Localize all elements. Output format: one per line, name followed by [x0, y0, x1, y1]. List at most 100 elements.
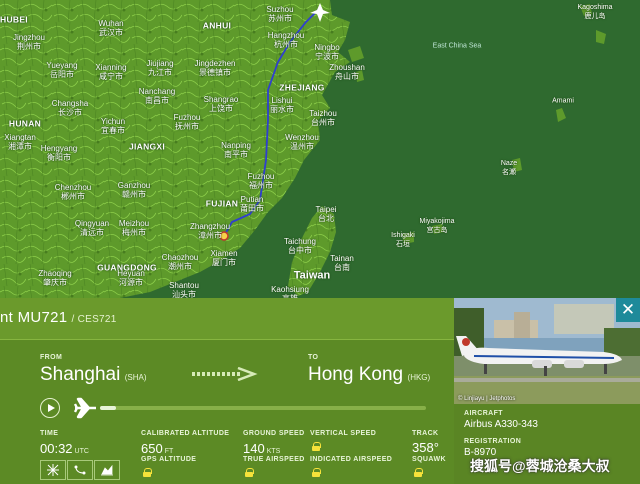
track-value: 358° — [412, 440, 439, 455]
from-caption: FROM — [40, 354, 63, 361]
city-label: Lishui 丽水市 — [270, 96, 294, 114]
city-label: Xiangtan 湘潭市 — [4, 133, 36, 151]
city-label: Ganzhou 赣州市 — [117, 181, 151, 199]
lock-icon — [414, 468, 423, 477]
aircraft-caption: AIRCRAFT — [464, 410, 503, 417]
region-label: JIANGXI — [128, 141, 166, 152]
route-arrow-icon — [192, 367, 258, 381]
time-unit: UTC — [74, 448, 89, 455]
region-label: HUBEI — [0, 14, 28, 25]
region-label: ANHUI — [202, 20, 232, 31]
callsign: / CES721 — [71, 314, 117, 325]
city-label: Changsha 长沙市 — [51, 99, 89, 117]
play-button[interactable] — [40, 398, 60, 418]
flight-map[interactable]: ANHUI JIANGXI HUNAN FUJIAN ZHEJIANG GUAN… — [0, 0, 640, 298]
track-caption: TRACK — [412, 430, 439, 437]
aircraft-photo[interactable]: © Linjiayu | Jetphotos ✕ — [454, 298, 640, 404]
city-label: Jiujiang 九江市 — [146, 59, 174, 77]
city-label: Suzhou 苏州市 — [266, 5, 294, 23]
watermark: 搜狐号@蓉城沧桑大叔 — [470, 458, 610, 474]
lock-icon — [312, 468, 321, 477]
city-label: Nanchang 南昌市 — [138, 87, 176, 105]
chart-icon — [101, 464, 113, 476]
progress-track[interactable] — [100, 406, 426, 410]
city-label: Naze 名瀬 — [500, 160, 518, 176]
time-number: 00:32 — [40, 441, 73, 456]
origin-code: (SHA) — [124, 373, 147, 382]
close-icon: ✕ — [620, 300, 636, 319]
flight-number: nt MU721/ CES721 — [0, 309, 117, 326]
calibrated-altitude-caption: CALIBRATED ALTITUDE — [141, 430, 230, 437]
city-label: Wuhan 武汉市 — [98, 19, 124, 37]
to-caption: TO — [308, 354, 319, 361]
lock-icon — [312, 442, 321, 451]
lock-icon — [143, 468, 152, 477]
city-label: Kaohsiung 高雄 — [271, 285, 309, 298]
photo-credit: © Linjiayu | Jetphotos — [458, 396, 516, 402]
city-label: Jingzhou 荆州市 — [12, 33, 46, 51]
city-label: Wenzhou 温州市 — [285, 133, 319, 151]
route-button[interactable] — [67, 460, 93, 480]
true-airspeed-caption: TRUE AIRSPEED — [243, 456, 305, 463]
close-button[interactable]: ✕ — [616, 298, 640, 322]
indicated-airspeed-caption: INDICATED AIRSPEED — [310, 456, 393, 463]
registration-caption: REGISTRATION — [464, 438, 522, 445]
region-label: ZHEJIANG — [279, 82, 325, 93]
view-3d-button[interactable] — [40, 460, 66, 480]
city-label: Chenzhou 郴州市 — [54, 183, 92, 201]
squawk-caption: SQUAWK — [412, 456, 446, 463]
gps-altitude-caption: GPS ALTITUDE — [141, 456, 197, 463]
time-caption: TIME — [40, 430, 59, 437]
city-label: Hangzhou 杭州市 — [267, 31, 305, 49]
city-label: Zhaoqing 肇庆市 — [38, 269, 72, 287]
city-label: Qingyuan 清远市 — [74, 219, 110, 237]
city-label: Miyakojima 宫古岛 — [419, 218, 455, 234]
city-label: Hengyang 衡阳市 — [40, 144, 78, 162]
city-label: Amami — [552, 97, 574, 105]
origin: Shanghai (SHA) — [40, 364, 147, 386]
city-label: Fuzhou 抚州市 — [173, 113, 201, 131]
region-label: HUNAN — [8, 118, 42, 129]
progress-fill — [100, 406, 117, 410]
route-icon — [74, 465, 86, 475]
destination-city: Hong Kong — [308, 364, 404, 385]
expand-icon — [47, 464, 59, 476]
altitude-unit: FT — [164, 448, 174, 455]
graph-button[interactable] — [94, 460, 120, 480]
region-label: FUJIAN — [205, 198, 239, 209]
city-label: Zhangzhou 漳州市 — [189, 222, 231, 240]
city-label: Taizhou 台州市 — [309, 109, 337, 127]
city-label: Meizhou 梅州市 — [118, 219, 150, 237]
city-label: Taipei 台北 — [315, 205, 337, 223]
destination: Hong Kong (HKG) — [308, 364, 430, 386]
origin-city: Shanghai — [40, 364, 121, 385]
city-label: Chaozhou 潮州市 — [161, 253, 199, 271]
city-label: Putian 莆田市 — [240, 195, 264, 213]
ground-speed-caption: GROUND SPEED — [243, 430, 305, 437]
city-label: Tainan 台南 — [330, 254, 354, 272]
destination-code: (HKG) — [407, 373, 431, 382]
speed-number: 140 — [243, 441, 265, 456]
city-label: Shangrao 上饶市 — [203, 95, 239, 113]
taiwan-label: Taiwan — [293, 269, 331, 282]
city-label: Fuzhou 福州市 — [247, 172, 275, 190]
city-label: Nanping 南平市 — [221, 141, 251, 159]
airplane-icon — [74, 397, 96, 419]
city-label: Jingdezhen 景德镇市 — [194, 59, 236, 77]
play-icon — [48, 404, 55, 412]
altitude-number: 650 — [141, 441, 163, 456]
city-label: Yueyang 岳阳市 — [46, 61, 78, 79]
photo-image — [454, 298, 640, 404]
sea-label: East China Sea — [432, 42, 482, 50]
flight-header: nt MU721/ CES721 — [0, 298, 454, 340]
city-label: Ishigaki 石垣 — [391, 232, 415, 248]
lock-icon — [245, 468, 254, 477]
speed-unit: KTS — [266, 448, 281, 455]
city-label: Shantou 汕头市 — [169, 281, 199, 298]
vertical-speed-caption: VERTICAL SPEED — [310, 430, 377, 437]
flight-title: nt MU721 — [0, 309, 68, 326]
flight-info-panel: nt MU721/ CES721 FROM Shanghai (SHA) TO … — [0, 298, 454, 484]
city-label: Xianning 咸宁市 — [95, 63, 127, 81]
city-label: Zhoushan 舟山市 — [329, 63, 365, 81]
city-label: Kagoshima 鹿儿岛 — [577, 4, 613, 20]
